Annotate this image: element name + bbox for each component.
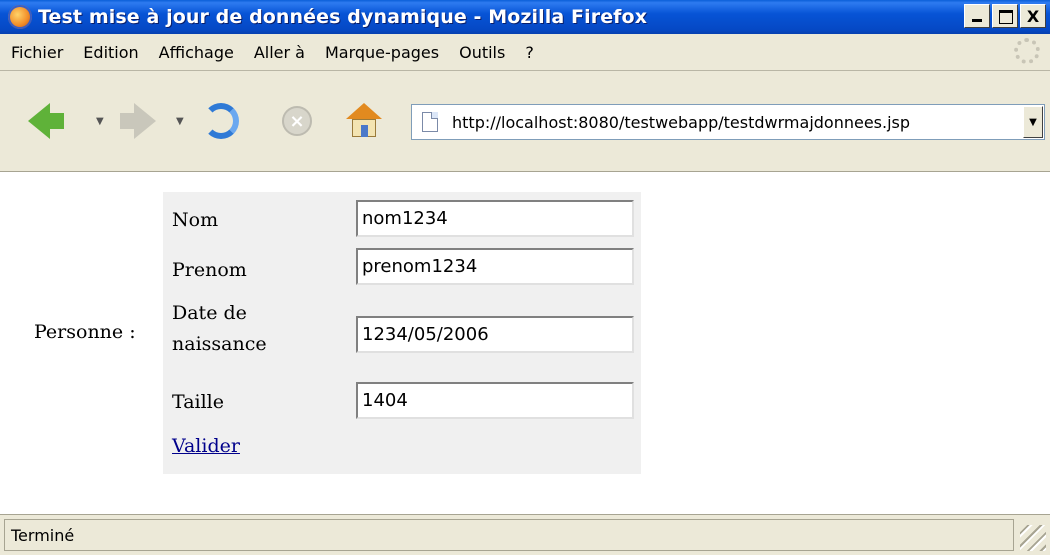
page-icon — [422, 112, 438, 132]
forward-icon — [120, 103, 156, 139]
title-bar: Test mise à jour de données dynamique - … — [0, 0, 1050, 34]
valider-link[interactable]: Valider — [172, 435, 240, 457]
resize-grip-icon[interactable] — [1020, 525, 1046, 551]
prenom-label: Prenom — [172, 259, 247, 281]
menu-affichage[interactable]: Affichage — [156, 41, 237, 64]
status-bar: Terminé — [0, 514, 1050, 555]
back-icon — [28, 103, 64, 139]
forward-button[interactable] — [120, 97, 156, 145]
url-dropdown-button[interactable]: ▼ — [1023, 106, 1043, 138]
forward-history-dropdown[interactable]: ▼ — [168, 97, 184, 145]
menu-outils[interactable]: Outils — [456, 41, 508, 64]
nom-label: Nom — [172, 209, 219, 231]
personne-form: Nom nom1234 Prenom prenom1234 Date de na… — [163, 192, 641, 474]
menu-fichier[interactable]: Fichier — [8, 41, 66, 64]
back-button[interactable] — [28, 97, 64, 145]
menu-bar: Fichier Edition Affichage Aller à Marque… — [0, 34, 1050, 71]
home-button[interactable] — [346, 97, 382, 145]
date-naissance-label: Date de naissance — [172, 302, 267, 355]
menu-marque-pages[interactable]: Marque-pages — [322, 41, 442, 64]
throbber-icon — [1014, 38, 1040, 64]
reload-icon — [203, 103, 239, 139]
chevron-down-icon: ▼ — [96, 115, 104, 127]
home-icon — [346, 103, 382, 139]
nom-field[interactable]: nom1234 — [356, 200, 634, 237]
date-naissance-field[interactable]: 1234/05/2006 — [356, 316, 634, 353]
window-controls: X — [964, 4, 1046, 28]
menu-help[interactable]: ? — [522, 41, 537, 64]
status-text: Terminé — [4, 519, 1014, 551]
url-text[interactable]: http://localhost:8080/testwebapp/testdwr… — [452, 113, 910, 132]
personne-label: Personne : — [34, 321, 136, 343]
navigation-toolbar: ▼ ▼ × http://localhost:8080/testwebapp/t… — [0, 71, 1050, 172]
reload-button[interactable] — [203, 97, 239, 145]
firefox-logo-icon — [8, 5, 32, 29]
menu-edition[interactable]: Edition — [80, 41, 141, 64]
close-button[interactable]: X — [1020, 4, 1046, 28]
stop-button[interactable]: × — [282, 97, 312, 145]
window-title: Test mise à jour de données dynamique - … — [38, 6, 648, 28]
maximize-button[interactable] — [992, 4, 1018, 28]
stop-icon: × — [282, 106, 312, 136]
chevron-down-icon: ▼ — [1029, 116, 1037, 128]
taille-field[interactable]: 1404 — [356, 382, 634, 419]
menu-aller-a[interactable]: Aller à — [251, 41, 308, 64]
url-bar[interactable]: http://localhost:8080/testwebapp/testdwr… — [411, 104, 1045, 140]
prenom-field[interactable]: prenom1234 — [356, 248, 634, 285]
back-history-dropdown[interactable]: ▼ — [88, 97, 104, 145]
page-content: Personne : Nom nom1234 Prenom prenom1234… — [0, 172, 1050, 514]
chevron-down-icon: ▼ — [176, 115, 184, 127]
minimize-button[interactable] — [964, 4, 990, 28]
taille-label: Taille — [172, 391, 224, 413]
